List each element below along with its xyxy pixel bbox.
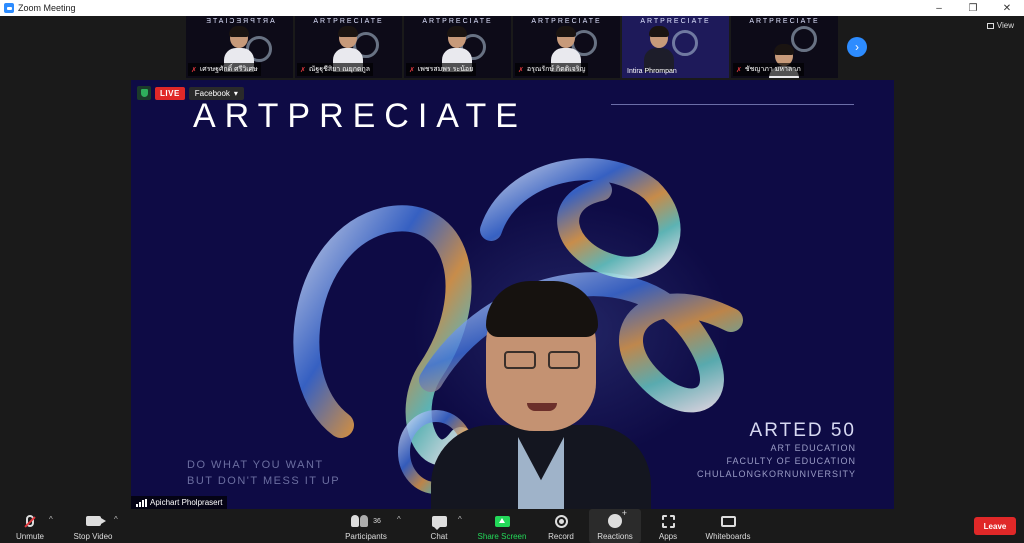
participants-label: Participants [345, 532, 387, 541]
apps-label: Apps [658, 532, 678, 541]
speaker-name-tag: Apichart Pholprasert [131, 496, 228, 509]
mic-muted-icon: ✗ [518, 66, 524, 74]
view-grid-icon [986, 22, 994, 29]
mic-muted-icon: ✗ [736, 66, 742, 74]
share-screen-icon [494, 515, 510, 527]
participants-count: 36 [373, 517, 381, 525]
participant-name: ณัฐฐุชีสิยา ณยุกตกูล [308, 66, 371, 73]
video-camera-icon [85, 516, 106, 526]
restore-button[interactable]: ❐ [956, 0, 990, 16]
slide-arted-block: ARTED 50 ART EDUCATION FACULTY OF EDUCAT… [697, 420, 856, 481]
participants-options-caret[interactable]: ^ [397, 515, 401, 524]
mic-muted-icon [26, 515, 34, 527]
speaker-video [426, 265, 656, 509]
participant-thumbnail[interactable]: ARTPRECIATE ✗ เพชรสมพร ระน้อย [404, 16, 511, 78]
minimize-button[interactable]: – [922, 0, 956, 16]
live-badge[interactable]: LIVE [155, 86, 185, 100]
background-swirl [672, 30, 698, 56]
participant-thumbnail[interactable]: ARTPRECIATE Intira Phrompan [622, 16, 729, 78]
view-button[interactable]: View [986, 21, 1014, 30]
tagline-line-2: BUT DON'T MESS IT UP [187, 475, 341, 487]
close-button[interactable]: ✕ [990, 0, 1024, 16]
arted-line-2: FACULTY OF EDUCATION [726, 456, 856, 466]
participant-name: ชัชญาภา มหาลาภ [744, 66, 801, 73]
participant-name-tag: Intira Phrompan [624, 67, 680, 76]
window-title: Zoom Meeting [18, 3, 76, 13]
chat-bubble-icon [431, 515, 447, 530]
stop-video-button[interactable]: Stop Video [66, 509, 120, 543]
participant-thumbnail[interactable]: ARTPRECIATE ✗ อรุณรักษ์ กิตติเจริญ [513, 16, 620, 78]
mic-muted-icon: ✗ [300, 66, 306, 74]
slide-title: ARTPRECIATE [193, 97, 527, 135]
meeting-area: ARTPRECIATE ✗ เศรษฐศักดิ์ ศรีวิเศษ ARTPRE… [0, 16, 1024, 509]
whiteboard-icon [720, 515, 736, 527]
share-screen-button[interactable]: Share Screen [474, 509, 530, 543]
stop-video-label: Stop Video [73, 532, 113, 541]
participants-button[interactable]: 36 Participants [338, 509, 394, 543]
participant-name-tag: ✗ เศรษฐศักดิ์ ศรีวิเศษ [188, 63, 261, 76]
apps-button[interactable]: Apps [652, 509, 684, 543]
zoom-app-icon [4, 3, 14, 13]
participant-name: เพชรสมพร ระน้อย [417, 66, 474, 73]
reactions-smiley-icon [608, 508, 627, 528]
audio-options-caret[interactable]: ^ [49, 515, 53, 524]
chevron-right-icon: › [855, 40, 859, 54]
speaker-name: Apichart Pholprasert [150, 498, 223, 507]
whiteboards-label: Whiteboards [705, 532, 751, 541]
arted-heading: ARTED 50 [749, 420, 856, 441]
thumb-background-text: ARTPRECIATE [313, 18, 384, 25]
reactions-label: Reactions [597, 532, 633, 541]
participant-name-tag: ✗ เพชรสมพร ระน้อย [406, 63, 477, 76]
whiteboards-button[interactable]: Whiteboards [700, 509, 756, 543]
mic-muted-icon: ✗ [409, 66, 415, 74]
record-button[interactable]: Record [543, 509, 579, 543]
slide-tagline: DO WHAT YOU WANT BUT DON'T MESS IT UP [187, 457, 340, 489]
reactions-button[interactable]: Reactions [589, 508, 641, 543]
mic-muted-icon: ✗ [191, 66, 197, 74]
view-label: View [996, 21, 1014, 30]
encryption-shield-icon[interactable] [137, 86, 151, 100]
meeting-toolbar: Unmute ^ Stop Video ^ 36 Participants ^ … [0, 508, 1024, 543]
thumb-background-text: ARTPRECIATE [422, 18, 493, 25]
arted-line-1: ART EDUCATION [770, 443, 856, 453]
record-label: Record [548, 532, 574, 541]
unmute-label: Unmute [15, 532, 44, 541]
tagline-line-1: DO WHAT YOU WANT [187, 459, 324, 471]
next-page-button[interactable]: › [847, 37, 867, 57]
video-options-caret[interactable]: ^ [114, 515, 118, 524]
thumb-background-text: ARTPRECIATE [531, 18, 602, 25]
title-bar: Zoom Meeting – ❐ ✕ [0, 0, 1024, 16]
participant-gallery: ARTPRECIATE ✗ เศรษฐศักดิ์ ศรีวิเศษ ARTPRE… [186, 16, 838, 78]
thumb-background-text: ARTPRECIATE [204, 18, 275, 25]
thumb-background-text: ARTPRECIATE [640, 18, 711, 25]
participant-name-tag: ✗ ณัฐฐุชีสิยา ณยุกตกูล [297, 63, 374, 76]
participant-thumbnail[interactable]: ARTPRECIATE ✗ เศรษฐศักดิ์ ศรีวิเศษ [186, 16, 293, 78]
window-controls: – ❐ ✕ [922, 0, 1024, 16]
signal-strength-icon [136, 498, 147, 507]
thumb-background-text: ARTPRECIATE [749, 18, 820, 25]
leave-button[interactable]: Leave [974, 517, 1016, 535]
shared-content: LIVE Facebook ▾ ARTPRECIATE DO WHAT YOU W… [131, 80, 894, 509]
share-screen-label: Share Screen [477, 532, 527, 541]
unmute-button[interactable]: Unmute [10, 509, 50, 543]
chat-label: Chat [430, 532, 448, 541]
participants-icon [351, 515, 369, 527]
arted-line-3: CHULALONGKORNUNIVERSITY [696, 469, 856, 479]
apps-icon [661, 514, 675, 528]
record-icon [554, 514, 568, 528]
participant-thumbnail[interactable]: ARTPRECIATE ✗ ณัฐฐุชีสิยา ณยุกตกูล [295, 16, 402, 78]
participant-name: เศรษฐศักดิ์ ศรีวิเศษ [199, 66, 258, 73]
participant-video [644, 26, 674, 72]
participant-name-tag: ✗ ชัชญาภา มหาลาภ [733, 63, 804, 76]
slide-divider [611, 104, 854, 105]
chat-options-caret[interactable]: ^ [458, 515, 462, 524]
participant-name: Intira Phrompan [627, 68, 677, 75]
participant-thumbnail[interactable]: ARTPRECIATE ✗ ชัชญาภา มหาลาภ [731, 16, 838, 78]
participant-name: อรุณรักษ์ กิตติเจริญ [526, 66, 586, 73]
chat-button[interactable]: Chat [422, 509, 456, 543]
participant-name-tag: ✗ อรุณรักษ์ กิตติเจริญ [515, 63, 589, 76]
